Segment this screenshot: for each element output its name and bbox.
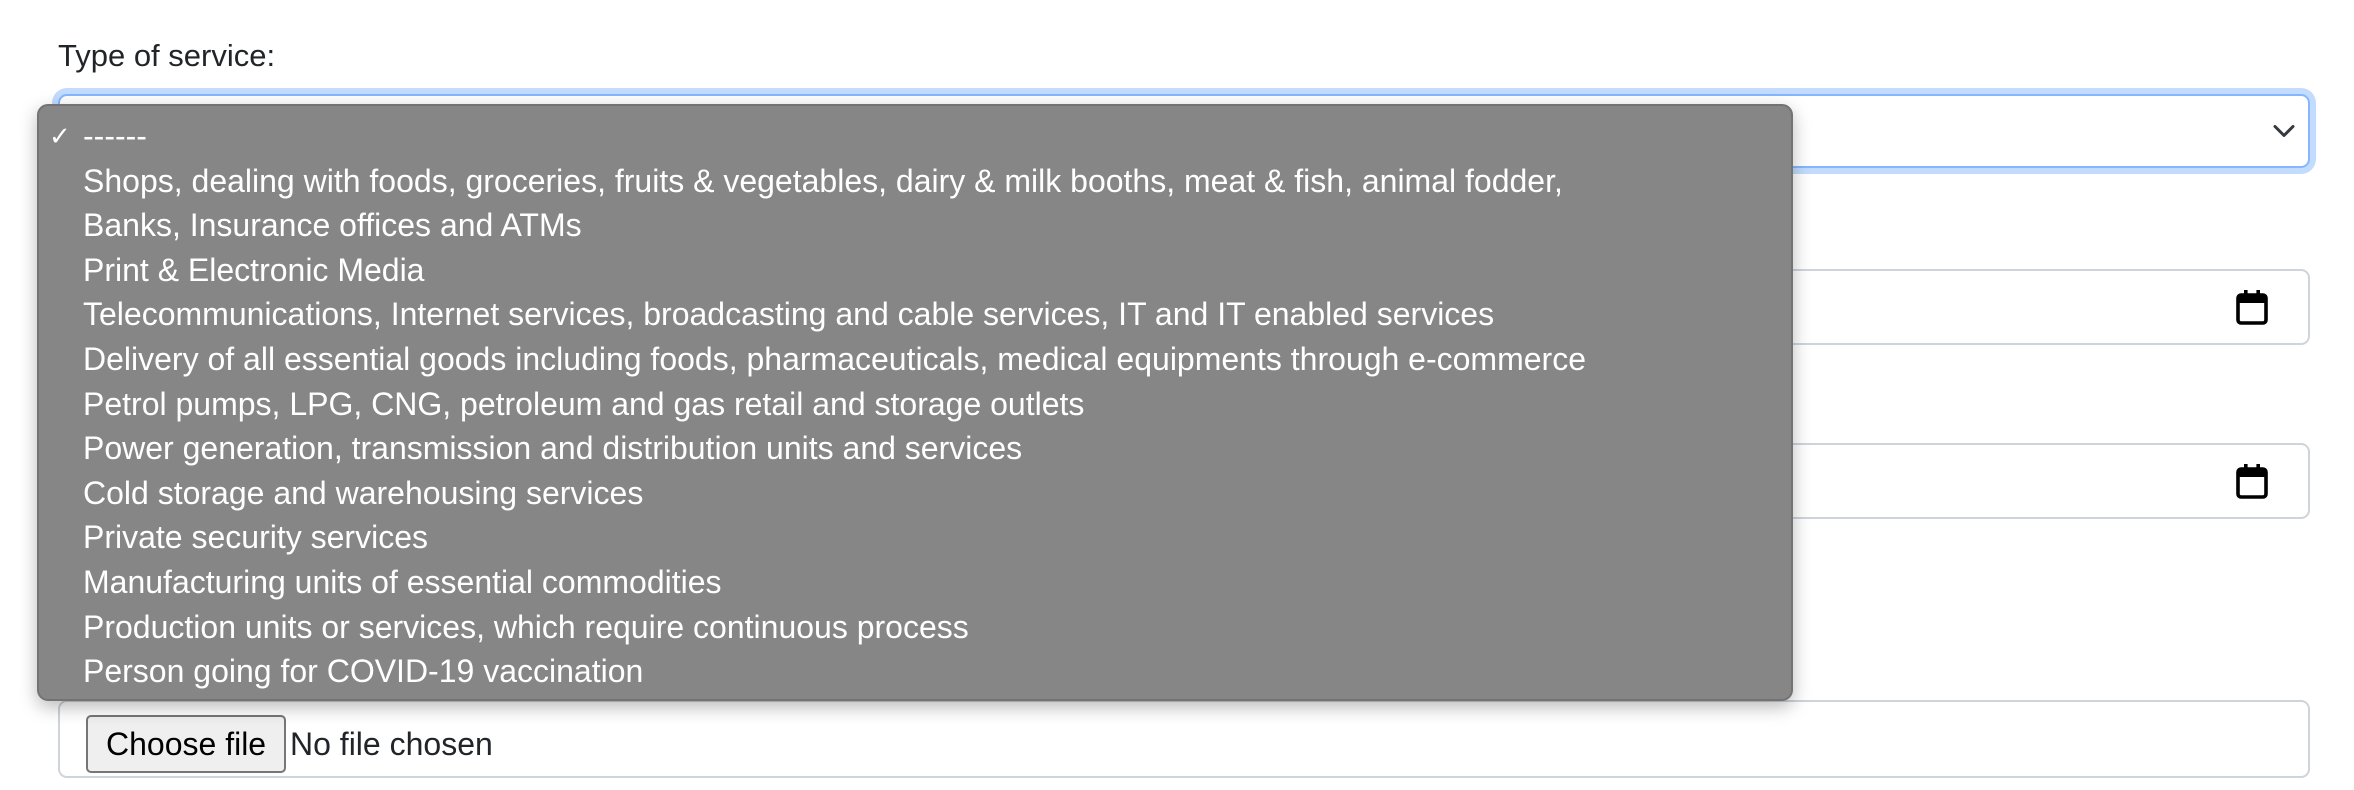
file-upload-input[interactable]: Choose file No file chosen (58, 700, 2310, 778)
calendar-icon[interactable] (2236, 289, 2268, 325)
dropdown-option[interactable]: Person going for COVID-19 vaccination (39, 649, 1791, 694)
option-label: Telecommunications, Internet services, b… (83, 296, 1495, 333)
dropdown-option[interactable]: Delivery of all essential goods includin… (39, 337, 1791, 382)
dropdown-option[interactable]: Telecommunications, Internet services, b… (39, 292, 1791, 337)
option-label: Production units or services, which requ… (83, 608, 969, 645)
dropdown-option[interactable]: Production units or services, which requ… (39, 605, 1791, 650)
option-label: Cold storage and warehousing services (83, 474, 644, 511)
option-label: Person going for COVID-19 vaccination (83, 653, 644, 690)
service-type-dropdown: ✓ ------ Shops, dealing with foods, groc… (37, 104, 1793, 701)
dropdown-option[interactable]: Petrol pumps, LPG, CNG, petroleum and ga… (39, 382, 1791, 427)
option-label: ------ (83, 118, 147, 154)
option-label: Print & Electronic Media (83, 251, 425, 288)
dropdown-option[interactable]: Manufacturing units of essential commodi… (39, 560, 1791, 605)
dropdown-option[interactable]: Private security services (39, 515, 1791, 560)
option-label: Private security services (83, 519, 428, 556)
option-label: Manufacturing units of essential commodi… (83, 563, 722, 600)
file-status-text: No file chosen (290, 726, 493, 762)
dropdown-option[interactable]: Shops, dealing with foods, groceries, fr… (39, 159, 1791, 204)
option-label: Petrol pumps, LPG, CNG, petroleum and ga… (83, 385, 1085, 422)
option-label: Banks, Insurance offices and ATMs (83, 207, 582, 244)
choose-file-button[interactable]: Choose file (86, 715, 287, 773)
service-type-label: Type of service: (58, 38, 276, 73)
dropdown-option[interactable]: ✓ ------ (39, 114, 1791, 159)
checkmark-icon: ✓ (49, 121, 71, 151)
calendar-icon[interactable] (2236, 463, 2268, 499)
dropdown-option[interactable]: Power generation, transmission and distr… (39, 426, 1791, 471)
dropdown-option[interactable]: Banks, Insurance offices and ATMs (39, 203, 1791, 248)
dropdown-option[interactable]: Print & Electronic Media (39, 248, 1791, 293)
chevron-down-icon (2273, 125, 2295, 137)
option-label: Shops, dealing with foods, groceries, fr… (83, 162, 1563, 199)
option-label: Power generation, transmission and distr… (83, 430, 1023, 467)
dropdown-option[interactable]: Cold storage and warehousing services (39, 471, 1791, 516)
option-label: Delivery of all essential goods includin… (83, 340, 1586, 377)
